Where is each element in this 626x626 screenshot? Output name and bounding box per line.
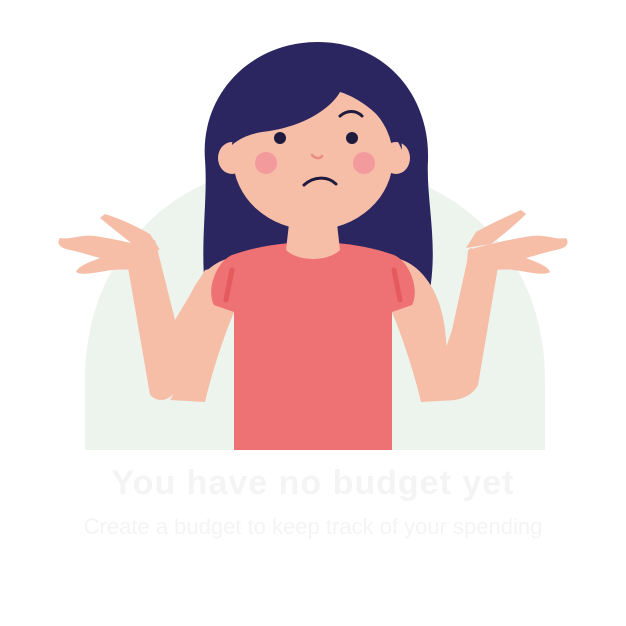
right-cheek bbox=[353, 152, 375, 174]
empty-state-screen: You have no budget yet Create a budget t… bbox=[0, 0, 626, 626]
right-ear bbox=[382, 142, 410, 174]
left-eye bbox=[274, 132, 286, 144]
empty-state-subtitle: Create a budget to keep track of your sp… bbox=[83, 513, 543, 539]
left-ear bbox=[218, 142, 246, 174]
empty-state-message: You have no budget yet Create a budget t… bbox=[20, 462, 606, 540]
shirt bbox=[211, 242, 415, 450]
right-eye bbox=[346, 132, 358, 144]
empty-state-title: You have no budget yet bbox=[111, 464, 515, 502]
left-cheek bbox=[255, 152, 277, 174]
